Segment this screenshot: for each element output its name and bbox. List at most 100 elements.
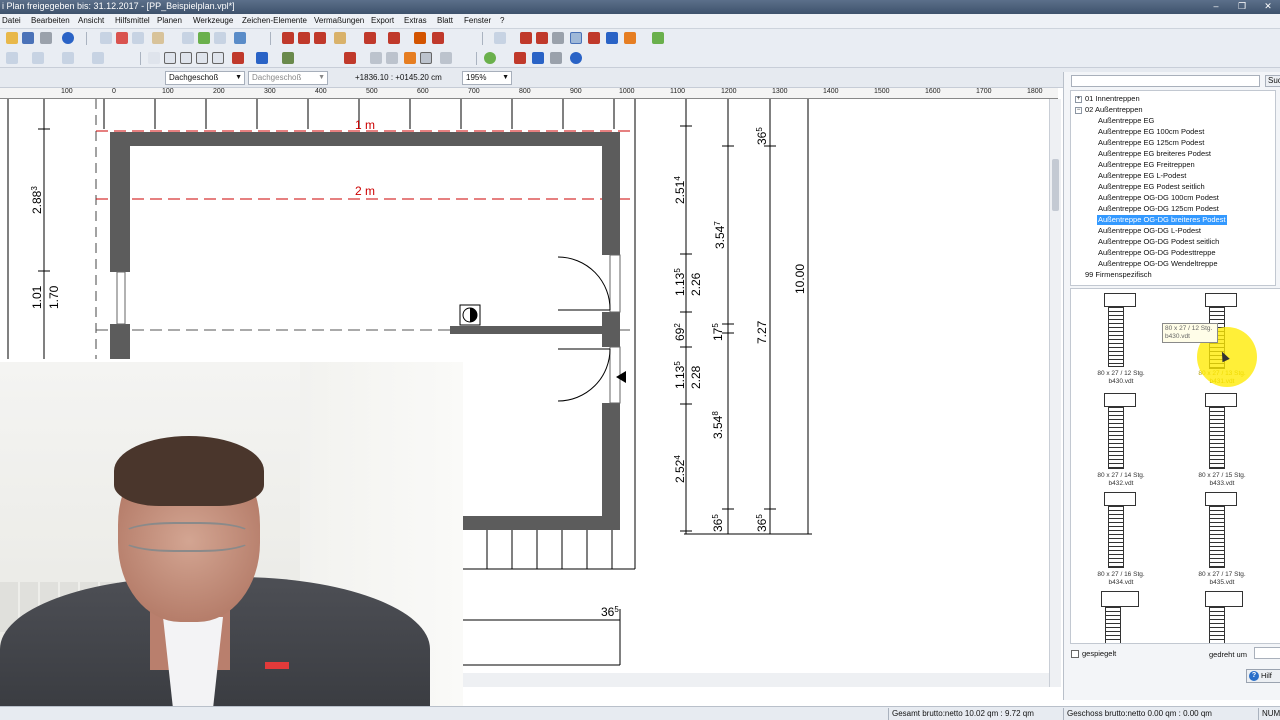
floor-select-secondary[interactable]: Dachgeschoß ▼ bbox=[248, 71, 328, 85]
fill-icon[interactable] bbox=[282, 52, 294, 64]
zoom-in-icon[interactable] bbox=[132, 32, 144, 44]
scissors-icon[interactable] bbox=[232, 52, 244, 64]
tree-node[interactable]: Außentreppe EG Freitreppen bbox=[1098, 160, 1195, 170]
tree-node[interactable]: Außentreppe EG L-Podest bbox=[1098, 171, 1186, 181]
tree-node[interactable]: Außentreppe OG-DG Podesttreppe bbox=[1098, 248, 1216, 258]
section-icon[interactable] bbox=[494, 32, 506, 44]
3d-view-icon[interactable] bbox=[652, 32, 664, 44]
library-panel: Such + 01 Innentreppen − 02 Außentreppen… bbox=[1063, 72, 1280, 700]
house-icon[interactable] bbox=[32, 52, 44, 64]
stair-icon[interactable] bbox=[432, 32, 444, 44]
rotate-icon[interactable] bbox=[370, 52, 382, 64]
pan-hand-icon[interactable] bbox=[152, 32, 164, 44]
erase-icon[interactable] bbox=[440, 52, 452, 64]
menu-extras[interactable]: Extras bbox=[404, 16, 427, 25]
grid-icon[interactable] bbox=[214, 32, 226, 44]
mirror-icon[interactable] bbox=[386, 52, 398, 64]
library-search-input[interactable] bbox=[1071, 75, 1260, 87]
b-icon[interactable] bbox=[180, 52, 192, 64]
print-icon[interactable] bbox=[40, 32, 52, 44]
plan-icon[interactable] bbox=[62, 52, 74, 64]
brush-icon[interactable] bbox=[344, 52, 356, 64]
tree-node[interactable]: 02 Außentreppen bbox=[1085, 105, 1143, 115]
menu-ansicht[interactable]: Ansicht bbox=[78, 16, 104, 25]
tree-node[interactable]: 99 Firmenspezifisch bbox=[1085, 270, 1152, 280]
tree-node[interactable]: Außentreppe EG 100cm Podest bbox=[1098, 127, 1204, 137]
dimension-icon[interactable] bbox=[570, 32, 582, 44]
info-icon[interactable] bbox=[62, 32, 74, 44]
tree-node[interactable]: Außentreppe OG-DG 100cm Podest bbox=[1098, 193, 1219, 203]
help-button[interactable]: ? Hilf bbox=[1246, 669, 1280, 683]
ruler-label: 300 bbox=[264, 88, 276, 95]
menu-vermassungen[interactable]: Vermaßungen bbox=[314, 16, 364, 25]
open-icon[interactable] bbox=[6, 32, 18, 44]
menu-werkzeuge[interactable]: Werkzeuge bbox=[193, 16, 233, 25]
window-icon[interactable] bbox=[388, 32, 400, 44]
tree-node[interactable]: Außentreppe EG breiteres Podest bbox=[1098, 149, 1211, 159]
render-icon[interactable] bbox=[606, 32, 618, 44]
vertical-scrollbar[interactable] bbox=[1049, 99, 1061, 687]
menu-help[interactable]: ? bbox=[500, 16, 504, 25]
zoom-window-icon[interactable] bbox=[100, 32, 112, 44]
export-icon[interactable] bbox=[624, 32, 636, 44]
measure-icon[interactable] bbox=[234, 32, 246, 44]
home-icon[interactable] bbox=[6, 52, 18, 64]
frame-icon[interactable] bbox=[420, 52, 432, 64]
collapse-icon[interactable]: − bbox=[1075, 107, 1082, 114]
pencil-icon[interactable] bbox=[334, 32, 346, 44]
text-cursor-icon[interactable] bbox=[552, 32, 564, 44]
copy-icon[interactable] bbox=[182, 32, 194, 44]
tree-node[interactable]: Außentreppe OG-DG 125cm Podest bbox=[1098, 204, 1219, 214]
beam-icon[interactable] bbox=[536, 32, 548, 44]
s-icon[interactable] bbox=[196, 52, 208, 64]
mirrored-checkbox[interactable] bbox=[1071, 650, 1079, 658]
menu-datei[interactable]: Datei bbox=[2, 16, 21, 25]
tree-node-selected[interactable]: Außentreppe OG-DG breiteres Podest bbox=[1097, 215, 1227, 225]
area-icon[interactable] bbox=[588, 32, 600, 44]
menu-fenster[interactable]: Fenster bbox=[464, 16, 491, 25]
tree-node[interactable]: Außentreppe OG-DG Podest seitlich bbox=[1098, 237, 1219, 247]
tree-node[interactable]: 01 Innentreppen bbox=[1085, 94, 1140, 104]
menu-planen[interactable]: Planen bbox=[157, 16, 182, 25]
zoom-select[interactable]: 195% ▼ bbox=[462, 71, 512, 85]
calc-icon[interactable] bbox=[550, 52, 562, 64]
menu-hilfsmittel[interactable]: Hilfsmittel bbox=[115, 16, 150, 25]
wall-icon[interactable] bbox=[314, 32, 326, 44]
door-icon[interactable] bbox=[364, 32, 376, 44]
column-icon[interactable] bbox=[520, 32, 532, 44]
rotated-input[interactable]: 0 bbox=[1254, 647, 1280, 659]
snap-icon[interactable] bbox=[198, 32, 210, 44]
layer-icon[interactable] bbox=[298, 32, 310, 44]
tree-node[interactable]: Außentreppe EG 125cm Podest bbox=[1098, 138, 1204, 148]
w-icon[interactable] bbox=[164, 52, 176, 64]
floor-select[interactable]: Dachgeschoß ▼ bbox=[165, 71, 245, 85]
tree-node[interactable]: Außentreppe EG bbox=[1098, 116, 1154, 126]
horizontal-scrollbar[interactable] bbox=[462, 673, 1049, 687]
scroll-thumb[interactable] bbox=[1052, 159, 1059, 211]
tree-node[interactable]: Außentreppe OG-DG L-Podest bbox=[1098, 226, 1201, 236]
library-search-button[interactable]: Such bbox=[1265, 75, 1280, 87]
maximize-button[interactable]: ❐ bbox=[1232, 0, 1252, 13]
save-icon[interactable] bbox=[22, 32, 34, 44]
print-preview-icon[interactable] bbox=[532, 52, 544, 64]
layer-red-icon[interactable] bbox=[282, 32, 294, 44]
view-icon[interactable] bbox=[92, 52, 104, 64]
menu-bearbeiten[interactable]: Bearbeiten bbox=[31, 16, 70, 25]
tree-node[interactable]: Außentreppe EG Podest seitlich bbox=[1098, 182, 1205, 192]
roof-icon[interactable] bbox=[414, 32, 426, 44]
select-icon[interactable] bbox=[148, 52, 160, 64]
menu-export[interactable]: Export bbox=[371, 16, 394, 25]
ok-icon[interactable] bbox=[484, 52, 496, 64]
expand-icon[interactable]: + bbox=[1075, 96, 1082, 103]
grid-select-icon[interactable] bbox=[212, 52, 224, 64]
menu-blatt[interactable]: Blatt bbox=[437, 16, 453, 25]
tree-node[interactable]: Außentreppe OG-DG Wendeltreppe bbox=[1098, 259, 1218, 269]
euro-icon[interactable] bbox=[570, 52, 582, 64]
menu-zeichen-elemente[interactable]: Zeichen-Elemente bbox=[242, 16, 307, 25]
minimize-button[interactable]: – bbox=[1206, 0, 1226, 13]
close-button[interactable]: ✕ bbox=[1258, 0, 1278, 13]
cancel-icon[interactable] bbox=[514, 52, 526, 64]
move-icon[interactable] bbox=[256, 52, 268, 64]
zoom-all-icon[interactable] bbox=[116, 32, 128, 44]
trim-icon[interactable] bbox=[404, 52, 416, 64]
